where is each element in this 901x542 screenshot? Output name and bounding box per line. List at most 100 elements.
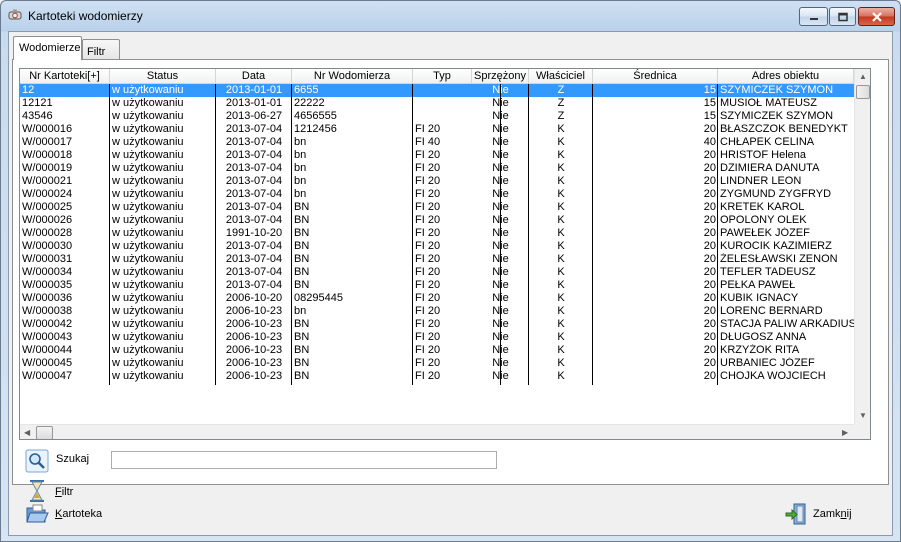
cell-nr-wodomierza: BN xyxy=(294,357,310,369)
horizontal-scrollbar[interactable]: ◀ ▶ xyxy=(20,424,854,439)
zamknij-label: Zamknij xyxy=(813,508,852,520)
cell-nr-wodomierza: 4656555 xyxy=(294,110,337,122)
maximize-button[interactable] xyxy=(829,7,856,26)
vertical-scroll-thumb[interactable] xyxy=(856,85,870,99)
minimize-button[interactable] xyxy=(799,7,828,26)
scroll-right-icon[interactable]: ▶ xyxy=(842,428,848,437)
close-button[interactable] xyxy=(858,7,895,26)
table-row[interactable]: W/000018w użytkowaniu2013-07-04bnFI 20Ni… xyxy=(20,149,854,162)
column-header-status[interactable]: Status xyxy=(110,69,216,84)
table-row[interactable]: W/000036 w użytkowaniu 2006-10-20 08295445 F… xyxy=(20,292,854,305)
cell-status: w użytkowaniu xyxy=(112,175,184,187)
column-separator xyxy=(109,84,110,385)
table-row[interactable]: W/000017w użytkowaniu2013-07-04bnFI 40Ni… xyxy=(20,136,854,149)
cell-wlasciciel: K xyxy=(557,240,565,252)
cell-data: 2013-07-04 xyxy=(225,188,283,200)
table-row[interactable]: W/000045w użytkowaniu2006-10-23BNFI 20Ni… xyxy=(20,357,854,370)
table-row[interactable]: W/000044w użytkowaniu2006-10-23BNFI 20Ni… xyxy=(20,344,854,357)
cell-wlasciciel: Z xyxy=(557,97,565,109)
column-header-typ[interactable]: Typ xyxy=(413,69,472,84)
cell-data: 2013-07-04 xyxy=(225,162,283,174)
column-header-nr-kartoteki[interactable]: Nr Kartoteki[+] xyxy=(20,69,110,84)
column-header-wlasciciel[interactable]: Właściciel xyxy=(529,69,593,84)
column-header-sprzezony[interactable]: Sprzężony xyxy=(472,69,529,84)
cell-nr-wodomierza: bn xyxy=(294,162,307,174)
cell-status: w użytkowaniu xyxy=(112,331,184,343)
cell-typ: FI 20 xyxy=(415,227,441,239)
cell-data: 2013-06-27 xyxy=(225,110,283,122)
cell-data: 2006-10-23 xyxy=(225,305,283,317)
table-row[interactable]: W/000028w użytkowaniu1991-10-20BNFI 20Ni… xyxy=(20,227,854,240)
column-header-data[interactable]: Data xyxy=(216,69,292,84)
cell-typ: FI 20 xyxy=(415,188,441,200)
column-header-adres-obiektu[interactable]: Adres obiektu xyxy=(718,69,854,84)
column-separator xyxy=(215,84,216,385)
cell-nr-wodomierza: BN xyxy=(294,201,310,213)
table-row[interactable]: W/000019w użytkowaniu2013-07-04bnFI 20Ni… xyxy=(20,162,854,175)
cell-status: w użytkowaniu xyxy=(112,357,184,369)
table-row[interactable]: W/000024w użytkowaniu2013-07-04bnFI 20Ni… xyxy=(20,188,854,201)
cell-nr-kartoteki: 12 xyxy=(22,84,35,96)
table-row[interactable]: W/000031w użytkowaniu2013-07-04BNFI 20Ni… xyxy=(20,253,854,266)
table-row[interactable]: W/000034w użytkowaniu2013-07-04BNFI 20Ni… xyxy=(20,266,854,279)
scroll-up-icon[interactable]: ▲ xyxy=(859,72,867,81)
cell-status: w użytkowaniu xyxy=(112,240,184,252)
search-input[interactable] xyxy=(111,451,497,469)
cell-data: 2013-07-04 xyxy=(225,175,283,187)
tab-filtr[interactable]: Filtr xyxy=(82,39,120,60)
zamknij-button[interactable]: Zamknij xyxy=(784,502,864,528)
cell-nr-kartoteki: W/000036 xyxy=(22,292,73,304)
meters-grid[interactable]: Nr Kartoteki[+] Status Data Nr Wodomierza Ty… xyxy=(19,68,871,440)
cell-data: 2013-01-01 xyxy=(225,97,283,109)
scroll-down-icon[interactable]: ▼ xyxy=(859,411,867,420)
table-row[interactable]: W/000042w użytkowaniu2006-10-23BNFI 20Ni… xyxy=(20,318,854,331)
column-header-nr-wodomierza[interactable]: Nr Wodomierza xyxy=(292,69,413,84)
hourglass-icon[interactable] xyxy=(28,479,46,503)
cell-nr-kartoteki: 43546 xyxy=(22,110,53,122)
cell-data: 2013-07-04 xyxy=(225,136,283,148)
cell-nr-wodomierza: BN xyxy=(294,344,310,356)
column-header-srednica[interactable]: Średnica xyxy=(593,69,718,84)
kartoteka-button[interactable]: Kartoteka xyxy=(25,502,115,528)
title-bar[interactable]: Kartoteki wodomierzy xyxy=(1,1,900,31)
tab-wodomierze-label: Wodomierze xyxy=(19,42,81,54)
table-row[interactable]: 12121w użytkowaniu2013-01-0122222NieZ15M… xyxy=(20,97,854,110)
table-row[interactable]: 43546w użytkowaniu2013-06-274656555NieZ1… xyxy=(20,110,854,123)
minimize-icon xyxy=(809,17,818,20)
cell-wlasciciel: K xyxy=(557,370,565,382)
tab-wodomierze[interactable]: Wodomierze xyxy=(13,36,82,60)
cell-typ: FI 20 xyxy=(415,318,441,330)
table-row[interactable]: W/000035w użytkowaniu2013-07-04BNFI 20Ni… xyxy=(20,279,854,292)
table-row[interactable]: 12w użytkowaniu2013-01-016655NieZ15SZYMI… xyxy=(20,84,854,97)
cell-srednica: 15 xyxy=(703,97,716,109)
table-row[interactable]: W/000025w użytkowaniu2013-07-04BNFI 20Ni… xyxy=(20,201,854,214)
table-row[interactable]: W/000043w użytkowaniu2006-10-23BNFI 20Ni… xyxy=(20,331,854,344)
filter-label: Filtr xyxy=(55,486,74,498)
scroll-left-icon[interactable]: ◀ xyxy=(24,428,30,437)
cell-srednica: 20 xyxy=(703,123,716,135)
cell-nr-kartoteki: W/000034 xyxy=(22,266,73,278)
table-row[interactable]: W/000047w użytkowaniu2006-10-23BNFI 20Ni… xyxy=(20,370,854,383)
cell-nr-kartoteki: 12121 xyxy=(22,97,53,109)
table-row[interactable]: W/000016 w użytkowaniu 2013-07-04 1212456 FI… xyxy=(20,123,854,136)
cell-wlasciciel: K xyxy=(557,253,565,265)
table-row[interactable]: W/000021w użytkowaniu2013-07-04bnFI 20Ni… xyxy=(20,175,854,188)
grid-header: Nr Kartoteki[+] Status Data Nr Wodomierza Ty… xyxy=(20,69,854,84)
horizontal-scroll-thumb[interactable] xyxy=(36,426,53,439)
vertical-scrollbar[interactable]: ▲ ▼ xyxy=(854,69,870,424)
meter-app-icon xyxy=(8,9,22,20)
cell-nr-wodomierza: BN xyxy=(294,370,310,382)
cell-status: w użytkowaniu xyxy=(112,123,184,135)
cell-wlasciciel: K xyxy=(557,279,565,291)
cell-srednica: 20 xyxy=(703,201,716,213)
cell-nr-kartoteki: W/000045 xyxy=(22,357,73,369)
cell-data: 2013-07-04 xyxy=(225,240,283,252)
table-row[interactable]: W/000026w użytkowaniu2013-07-04BNFI 20Ni… xyxy=(20,214,854,227)
table-row[interactable]: W/000030w użytkowaniu2013-07-04BNFI 20Ni… xyxy=(20,240,854,253)
cell-wlasciciel: Z xyxy=(557,110,565,122)
cell-nr-kartoteki: W/000024 xyxy=(22,188,73,200)
table-row[interactable]: W/000038w użytkowaniu2006-10-23bnFI 20Ni… xyxy=(20,305,854,318)
cell-nr-wodomierza: bn xyxy=(294,305,307,317)
cell-srednica: 15 xyxy=(703,110,716,122)
magnifier-icon[interactable] xyxy=(25,449,49,473)
